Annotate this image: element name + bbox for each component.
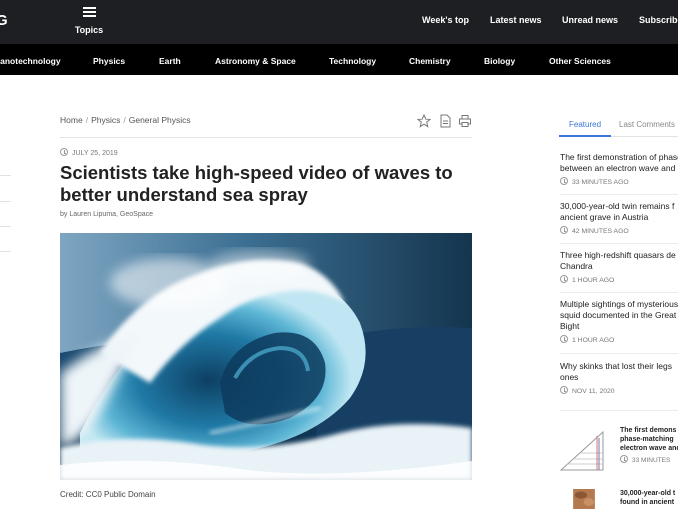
breadcrumb: Home / Physics / General Physics (60, 115, 191, 125)
pdf-icon[interactable] (438, 114, 452, 128)
article-hero-image[interactable] (60, 233, 472, 480)
category-earth[interactable]: Earth (159, 56, 181, 66)
thumb-time: 33 MINUTES (620, 455, 678, 464)
featured-item-time: NOV 11, 2020 (560, 386, 678, 395)
image-credit: Credit: CC0 Public Domain (60, 490, 156, 499)
featured-divider (560, 410, 678, 411)
nav-latest-news[interactable]: Latest news (490, 15, 542, 25)
breadcrumb-home[interactable]: Home (60, 115, 83, 125)
category-physics[interactable]: Physics (93, 56, 125, 66)
site-logo[interactable]: G (0, 12, 8, 29)
featured-item-time: 1 HOUR AGO (560, 275, 678, 284)
tab-last-comments[interactable]: Last Comments (619, 120, 675, 129)
thumb-title[interactable]: The first demons phase-matching electron… (620, 426, 678, 453)
clock-icon (560, 275, 568, 283)
tab-featured[interactable]: Featured (569, 120, 601, 129)
star-icon[interactable] (416, 113, 432, 128)
article-title: Scientists take high-speed video of wave… (60, 162, 453, 205)
top-bar: G Topics Week's top Latest news Unread n… (0, 0, 678, 44)
left-divider (0, 226, 11, 227)
clock-icon (620, 455, 628, 463)
breadcrumb-general-physics[interactable]: General Physics (129, 115, 191, 125)
clock-icon (560, 226, 568, 234)
nav-weeks-top[interactable]: Week's top (422, 15, 469, 25)
category-chemistry[interactable]: Chemistry (409, 56, 451, 66)
category-bar: Nanotechnology Physics Earth Astronomy &… (0, 44, 678, 75)
featured-divider (560, 194, 678, 195)
clock-icon (560, 335, 568, 343)
featured-item-title[interactable]: 30,000-year-old twin remains f ancient g… (560, 201, 678, 223)
nav-unread-news[interactable]: Unread news (562, 15, 618, 25)
featured-item[interactable]: Why skinks that lost their legs ones NOV… (560, 361, 678, 395)
featured-item-time-text: 33 MINUTES AGO (572, 179, 629, 186)
category-technology[interactable]: Technology (329, 56, 376, 66)
featured-divider (560, 292, 678, 293)
hamburger-icon (82, 7, 96, 17)
breadcrumb-separator: / (85, 115, 89, 125)
featured-item-time: 42 MINUTES AGO (560, 226, 678, 235)
category-nanotechnology[interactable]: Nanotechnology (0, 56, 61, 66)
featured-item-time-text: 1 HOUR AGO (572, 277, 615, 284)
featured-item-title[interactable]: Multiple sightings of mysterious squid d… (560, 299, 678, 332)
active-tab-indicator (559, 135, 611, 137)
featured-item-time: 33 MINUTES AGO (560, 177, 678, 186)
featured-item[interactable]: The first demonstration of phase between… (560, 152, 678, 186)
featured-item-time-text: NOV 11, 2020 (572, 388, 615, 395)
category-other-sciences[interactable]: Other Sciences (549, 56, 611, 66)
category-biology[interactable]: Biology (484, 56, 515, 66)
breadcrumb-separator: / (123, 115, 126, 125)
featured-item[interactable]: Three high-redshift quasars de Chandra 1… (560, 250, 678, 284)
article-date: JULY 25, 2019 (60, 148, 118, 157)
thumb-image[interactable] (559, 426, 609, 472)
sidebar-tabs: Featured Last Comments (559, 115, 678, 137)
featured-item-title[interactable]: Why skinks that lost their legs ones (560, 361, 678, 383)
featured-item-time-text: 42 MINUTES AGO (572, 228, 629, 235)
thumb-time-text: 33 MINUTES (632, 457, 671, 464)
clock-icon (560, 177, 568, 185)
article-byline: by Lauren Lipuma, GeoSpace (60, 211, 154, 218)
featured-item-title[interactable]: Three high-redshift quasars de Chandra (560, 250, 678, 272)
thumb-text: The first demons phase-matching electron… (620, 426, 678, 464)
featured-item[interactable]: 30,000-year-old twin remains f ancient g… (560, 201, 678, 235)
thumb-title[interactable]: 30,000-year-old t found in ancient (620, 489, 678, 507)
featured-item[interactable]: Multiple sightings of mysterious squid d… (560, 299, 678, 344)
left-divider (0, 175, 11, 176)
clock-icon (60, 148, 68, 156)
featured-divider (560, 243, 678, 244)
breadcrumb-physics[interactable]: Physics (91, 115, 120, 125)
thumb-text: 30,000-year-old t found in ancient (620, 489, 678, 507)
featured-item-title[interactable]: The first demonstration of phase between… (560, 152, 678, 174)
featured-item-time-text: 1 HOUR AGO (572, 337, 615, 344)
article-date-text: JULY 25, 2019 (72, 150, 118, 157)
thumb-image[interactable] (559, 489, 609, 509)
category-astronomy-space[interactable]: Astronomy & Space (215, 56, 296, 66)
topics-menu-button[interactable]: Topics (72, 7, 106, 38)
featured-divider (560, 353, 678, 354)
nav-subscribe[interactable]: Subscribe (639, 15, 678, 25)
clock-icon (560, 386, 568, 394)
left-divider (0, 201, 11, 202)
featured-item-time: 1 HOUR AGO (560, 335, 678, 344)
breadcrumb-divider (60, 137, 472, 138)
topics-label: Topics (74, 25, 104, 35)
print-icon[interactable] (458, 114, 472, 128)
left-divider (0, 251, 11, 252)
